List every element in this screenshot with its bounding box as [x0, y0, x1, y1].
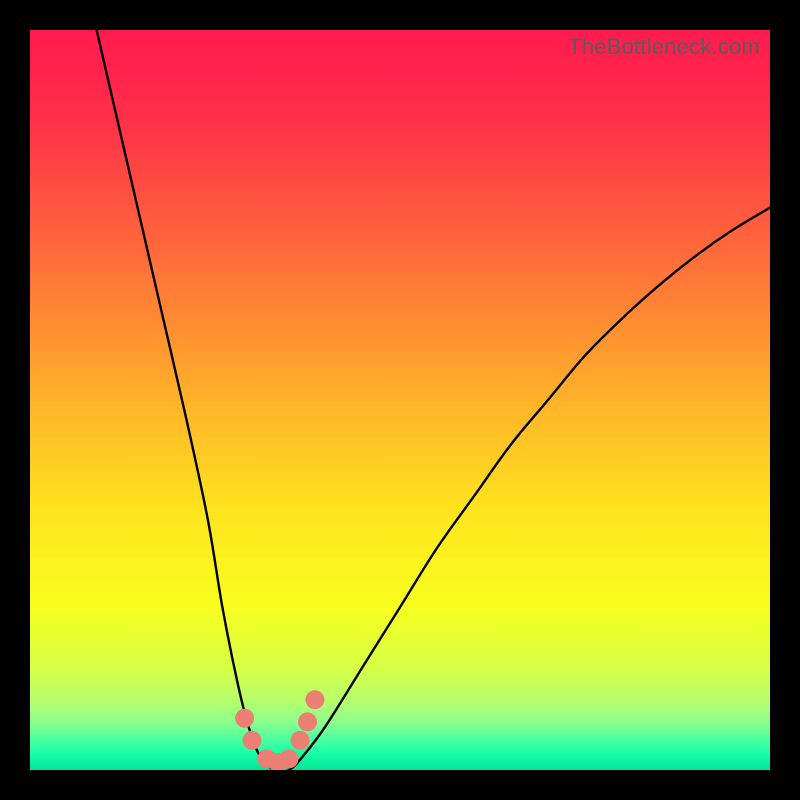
plot-area: TheBottleneck.com	[30, 30, 770, 770]
chart-frame: TheBottleneck.com	[0, 0, 800, 800]
background-gradient	[30, 30, 770, 770]
